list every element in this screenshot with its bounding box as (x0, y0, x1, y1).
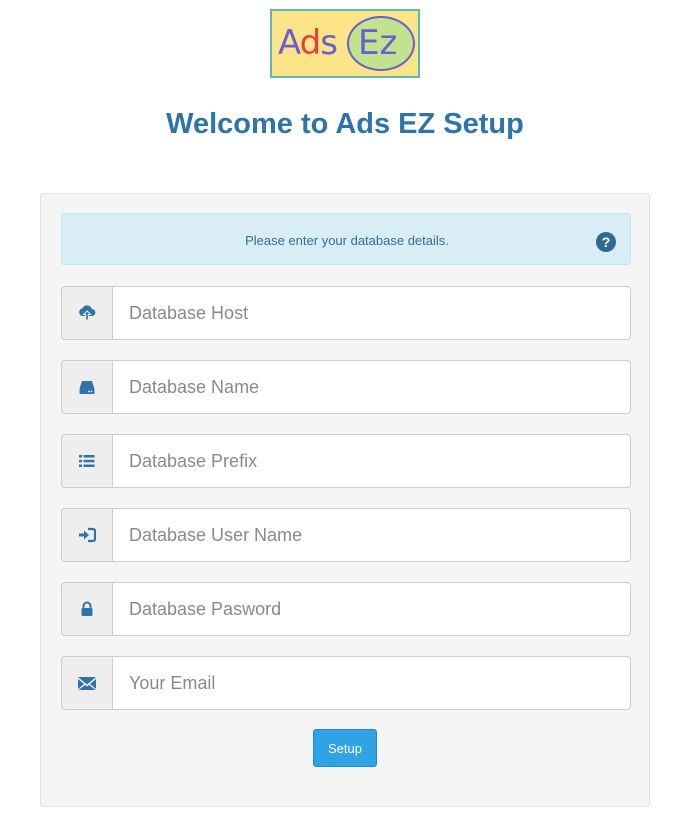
email-input[interactable] (112, 656, 631, 710)
logo-text-ads: Ads (278, 23, 338, 63)
database-user-name-field (61, 508, 631, 562)
database-password-input[interactable] (112, 582, 631, 636)
hard-drive-icon (61, 360, 112, 414)
database-host-field (61, 286, 631, 340)
email-field (61, 656, 631, 710)
database-prefix-field (61, 434, 631, 488)
envelope-icon (61, 656, 112, 710)
alert-message: Please enter your database details. (245, 233, 449, 248)
database-password-field (61, 582, 631, 636)
info-alert: Please enter your database details. ? (61, 213, 631, 265)
page-title: Welcome to Ads EZ Setup (166, 108, 524, 140)
database-name-field (61, 360, 631, 414)
setup-button[interactable]: Setup (313, 729, 377, 767)
setup-form-panel: Please enter your database details. ? Da… (40, 193, 650, 807)
ads-ez-logo: Ads Ez (270, 9, 420, 78)
database-user-name-input[interactable] (112, 508, 631, 562)
database-host-input[interactable] (112, 286, 631, 340)
list-icon (61, 434, 112, 488)
database-prefix-input[interactable] (112, 434, 631, 488)
database-name-input[interactable] (112, 360, 631, 414)
logo-text-ez: Ez (358, 23, 398, 63)
cloud-upload-icon (61, 286, 112, 340)
lock-icon (61, 582, 112, 636)
help-icon[interactable]: ? (596, 232, 616, 252)
log-in-icon (61, 508, 112, 562)
